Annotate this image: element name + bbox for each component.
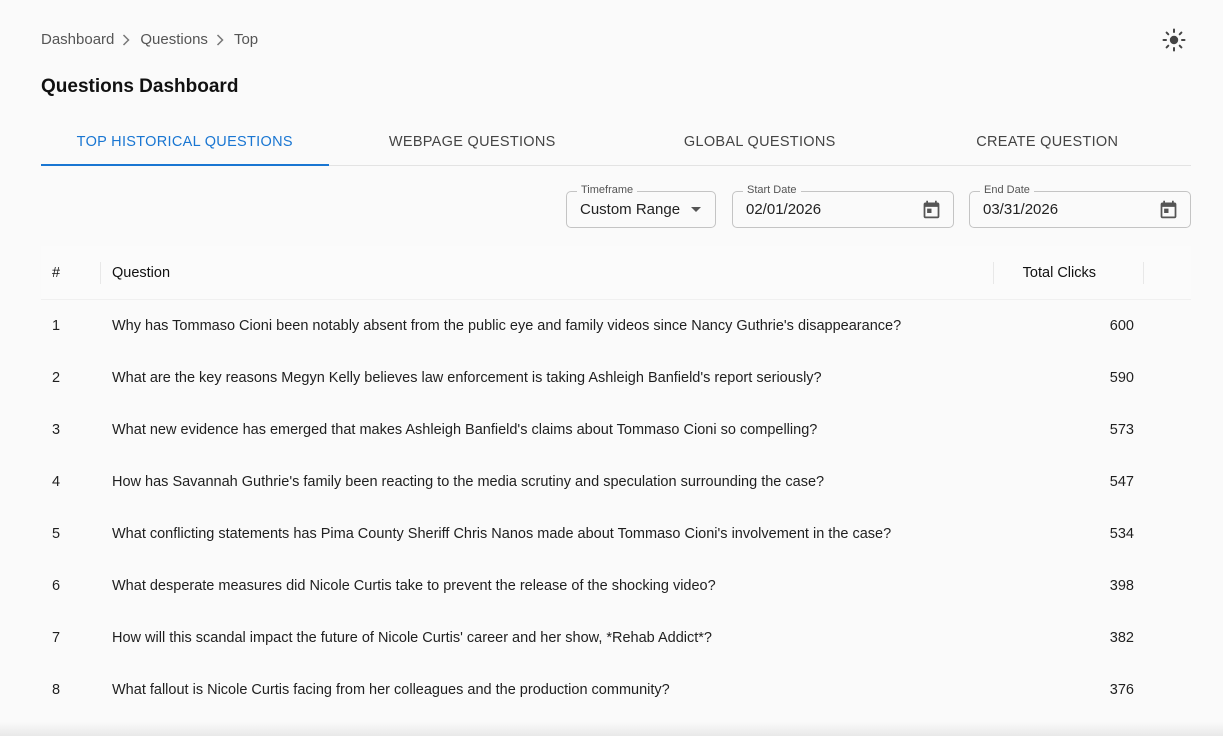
dropdown-arrow-icon bbox=[691, 207, 701, 212]
calendar-icon[interactable] bbox=[1158, 199, 1179, 220]
end-date-label: End Date bbox=[980, 184, 1034, 196]
row-clicks: 590 bbox=[1109, 370, 1134, 386]
row-clicks: 382 bbox=[1109, 630, 1134, 646]
start-date-value: 02/01/2026 bbox=[746, 201, 822, 218]
row-clicks: 600 bbox=[1109, 318, 1134, 334]
row-number: 7 bbox=[52, 630, 61, 646]
tab-top-historical-questions[interactable]: TOP HISTORICAL QUESTIONS bbox=[41, 118, 329, 166]
breadcrumb-dashboard[interactable]: Dashboard bbox=[41, 31, 114, 48]
table-row[interactable]: 3 What new evidence has emerged that mak… bbox=[41, 404, 1191, 456]
calendar-icon[interactable] bbox=[921, 199, 942, 220]
row-clicks: 534 bbox=[1109, 526, 1134, 542]
page: Dashboard Questions Top Questions Dashbo… bbox=[0, 0, 1223, 736]
column-header-total-clicks[interactable]: Total Clicks bbox=[994, 261, 1144, 284]
chevron-right-icon bbox=[122, 33, 132, 47]
row-number: 4 bbox=[52, 474, 61, 490]
row-number: 5 bbox=[52, 526, 61, 542]
start-date-label: Start Date bbox=[743, 184, 801, 196]
row-question: What conflicting statements has Pima Cou… bbox=[112, 526, 892, 542]
tab-global-questions[interactable]: GLOBAL QUESTIONS bbox=[616, 118, 904, 165]
breadcrumb: Dashboard Questions Top bbox=[41, 31, 258, 48]
theme-toggle-button[interactable] bbox=[1162, 28, 1186, 52]
row-number: 8 bbox=[52, 682, 61, 698]
breadcrumb-questions[interactable]: Questions bbox=[140, 31, 208, 48]
row-question: How has Savannah Guthrie's family been r… bbox=[112, 474, 825, 490]
tab-create-question[interactable]: CREATE QUESTION bbox=[904, 118, 1192, 165]
row-question: What fallout is Nicole Curtis facing fro… bbox=[112, 682, 670, 698]
row-number: 1 bbox=[52, 318, 61, 334]
row-number: 6 bbox=[52, 578, 61, 594]
column-header-number[interactable]: # bbox=[41, 261, 101, 284]
row-clicks: 376 bbox=[1109, 682, 1134, 698]
row-clicks: 398 bbox=[1109, 578, 1134, 594]
timeframe-value: Custom Range bbox=[580, 201, 681, 218]
bottom-scroll-shadow bbox=[0, 722, 1223, 736]
table-row[interactable]: 7 How will this scandal impact the futur… bbox=[41, 612, 1191, 664]
table-row[interactable]: 5 What conflicting statements has Pima C… bbox=[41, 508, 1191, 560]
tab-webpage-questions[interactable]: WEBPAGE QUESTIONS bbox=[329, 118, 617, 165]
breadcrumb-current: Top bbox=[233, 31, 259, 48]
tab-bar: TOP HISTORICAL QUESTIONS WEBPAGE QUESTIO… bbox=[41, 118, 1191, 166]
row-question: What new evidence has emerged that makes… bbox=[112, 422, 818, 438]
row-number: 2 bbox=[52, 370, 61, 386]
row-question: How will this scandal impact the future … bbox=[112, 630, 712, 646]
table-header: # Question Total Clicks bbox=[41, 246, 1191, 300]
table-row[interactable]: 8 What fallout is Nicole Curtis facing f… bbox=[41, 664, 1191, 716]
table-row[interactable]: 6 What desperate measures did Nicole Cur… bbox=[41, 560, 1191, 612]
row-number: 3 bbox=[52, 422, 61, 438]
page-title: Questions Dashboard bbox=[41, 76, 239, 97]
row-question: What are the key reasons Megyn Kelly bel… bbox=[112, 370, 822, 386]
row-question: What desperate measures did Nicole Curti… bbox=[112, 578, 716, 594]
column-header-question[interactable]: Question bbox=[101, 261, 994, 284]
timeframe-label: Timeframe bbox=[577, 184, 638, 196]
end-date-field[interactable]: End Date 03/31/2026 bbox=[969, 184, 1191, 228]
table-row[interactable]: 1 Why has Tommaso Cioni been notably abs… bbox=[41, 300, 1191, 352]
chevron-right-icon bbox=[216, 33, 226, 47]
row-clicks: 573 bbox=[1109, 422, 1134, 438]
table-row[interactable]: 2 What are the key reasons Megyn Kelly b… bbox=[41, 352, 1191, 404]
start-date-field[interactable]: Start Date 02/01/2026 bbox=[732, 184, 954, 228]
questions-table: # Question Total Clicks 1 Why has Tommas… bbox=[41, 246, 1191, 716]
row-question: Why has Tommaso Cioni been notably absen… bbox=[112, 318, 902, 334]
table-row[interactable]: 4 How has Savannah Guthrie's family been… bbox=[41, 456, 1191, 508]
sun-icon bbox=[1162, 28, 1186, 52]
timeframe-select[interactable]: Timeframe Custom Range bbox=[566, 184, 716, 228]
row-clicks: 547 bbox=[1109, 474, 1134, 490]
end-date-value: 03/31/2026 bbox=[983, 201, 1059, 218]
